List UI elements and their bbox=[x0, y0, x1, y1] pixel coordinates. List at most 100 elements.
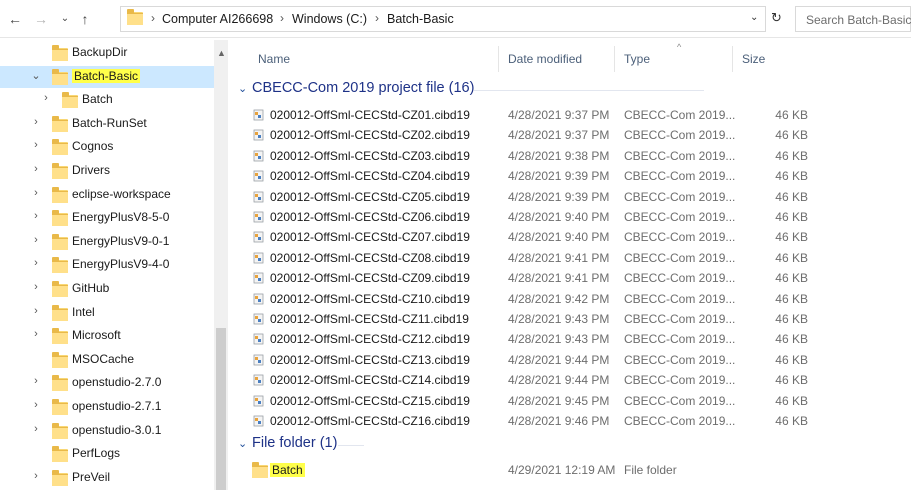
breadcrumb-drive[interactable]: Windows (C:) bbox=[292, 12, 367, 26]
chevron-right-icon[interactable]: › bbox=[375, 11, 379, 25]
file-name: 020012-OffSml-CECStd-CZ08.cibd19 bbox=[270, 251, 470, 265]
group-collapse-chevron-icon[interactable]: ⌄ bbox=[238, 437, 247, 450]
nav-item[interactable]: › openstudio-2.7.1 bbox=[0, 396, 214, 418]
nav-item[interactable]: ⌄ Batch-Basic bbox=[0, 65, 214, 88]
group-title: CBECC-Com 2019 project file (16) bbox=[252, 80, 475, 96]
column-header-name[interactable]: Name bbox=[258, 52, 290, 66]
nav-item[interactable]: BackupDir bbox=[0, 42, 214, 64]
file-name: 020012-OffSml-CECStd-CZ03.cibd19 bbox=[270, 149, 470, 163]
scroll-up-icon[interactable]: ▲ bbox=[217, 48, 226, 58]
collapsed-chevron-icon[interactable]: › bbox=[31, 375, 41, 387]
file-date: 4/28/2021 9:39 PM bbox=[508, 169, 610, 184]
file-row[interactable]: 020012-OffSml-CECStd-CZ11.cibd19 4/28/202… bbox=[232, 309, 911, 329]
column-divider[interactable] bbox=[498, 46, 499, 72]
file-name-text: 020012-OffSml-CECStd-CZ14.cibd19 bbox=[270, 373, 470, 388]
breadcrumb-folder[interactable]: Batch-Basic bbox=[387, 12, 454, 26]
breadcrumb-computer[interactable]: Computer AI266698 bbox=[162, 12, 273, 26]
collapsed-chevron-icon[interactable]: › bbox=[31, 328, 41, 340]
file-size: 46 KB bbox=[775, 148, 808, 163]
file-type: CBECC-Com 2019... bbox=[624, 393, 736, 408]
chevron-right-icon[interactable]: › bbox=[151, 11, 155, 25]
collapsed-chevron-icon[interactable]: › bbox=[31, 187, 41, 199]
nav-item[interactable]: › Batch-RunSet bbox=[0, 113, 214, 135]
nav-item[interactable]: › eclipse-workspace bbox=[0, 184, 214, 206]
nav-item-label: eclipse-workspace bbox=[72, 187, 171, 201]
file-row[interactable]: 020012-OffSml-CECStd-CZ01.cibd19 4/28/202… bbox=[232, 105, 911, 125]
column-header-size[interactable]: Size bbox=[742, 52, 765, 66]
file-row[interactable]: 020012-OffSml-CECStd-CZ14.cibd19 4/28/202… bbox=[232, 370, 911, 390]
up-arrow-icon[interactable]: ↑ bbox=[76, 10, 94, 28]
collapsed-chevron-icon[interactable]: › bbox=[41, 92, 51, 104]
file-name: 020012-OffSml-CECStd-CZ09.cibd19 bbox=[270, 271, 470, 285]
collapsed-chevron-icon[interactable]: › bbox=[31, 257, 41, 269]
scroll-thumb[interactable] bbox=[216, 328, 226, 490]
column-header-type[interactable]: Type bbox=[624, 52, 650, 66]
nav-item[interactable]: › EnergyPlusV9-0-1 bbox=[0, 231, 214, 253]
nav-item[interactable]: › Drivers bbox=[0, 160, 214, 182]
forward-arrow-icon[interactable]: → bbox=[32, 10, 50, 28]
nav-item[interactable]: PerfLogs bbox=[0, 443, 214, 465]
nav-item[interactable]: › EnergyPlusV9-4-0 bbox=[0, 254, 214, 276]
nav-item[interactable]: › EnergyPlusV8-5-0 bbox=[0, 207, 214, 229]
file-name: 020012-OffSml-CECStd-CZ10.cibd19 bbox=[270, 292, 470, 306]
file-row[interactable]: 020012-OffSml-CECStd-CZ03.cibd19 4/28/202… bbox=[232, 146, 911, 166]
collapsed-chevron-icon[interactable]: › bbox=[31, 423, 41, 435]
column-header-date[interactable]: Date modified bbox=[508, 52, 582, 66]
address-dropdown-icon[interactable]: ⌄ bbox=[750, 12, 758, 23]
folder-icon bbox=[62, 92, 78, 109]
folder-row[interactable]: Batch 4/29/2021 12:19 AM File folder bbox=[232, 460, 911, 480]
file-name-text: 020012-OffSml-CECStd-CZ13.cibd19 bbox=[270, 352, 470, 367]
expanded-chevron-icon[interactable]: ⌄ bbox=[31, 69, 41, 82]
column-divider[interactable] bbox=[732, 46, 733, 72]
recent-locations-chevron-icon[interactable]: ⌄ bbox=[56, 10, 74, 28]
group-collapse-chevron-icon[interactable]: ⌄ bbox=[238, 82, 247, 95]
collapsed-chevron-icon[interactable]: › bbox=[31, 139, 41, 151]
nav-item-label: MSOCache bbox=[72, 352, 134, 366]
file-name: 020012-OffSml-CECStd-CZ07.cibd19 bbox=[270, 230, 470, 244]
file-row[interactable]: 020012-OffSml-CECStd-CZ04.cibd19 4/28/202… bbox=[232, 166, 911, 186]
file-row[interactable]: 020012-OffSml-CECStd-CZ08.cibd19 4/28/202… bbox=[232, 248, 911, 268]
address-bar[interactable]: › Computer AI266698 › Windows (C:) › Bat… bbox=[120, 6, 766, 32]
nav-item[interactable]: › openstudio-3.0.1 bbox=[0, 420, 214, 442]
nav-item[interactable]: › GitHub bbox=[0, 278, 214, 300]
file-row[interactable]: 020012-OffSml-CECStd-CZ10.cibd19 4/28/202… bbox=[232, 289, 911, 309]
collapsed-chevron-icon[interactable]: › bbox=[31, 305, 41, 317]
nav-item[interactable]: MSOCache bbox=[0, 349, 214, 371]
file-row[interactable]: 020012-OffSml-CECStd-CZ05.cibd19 4/28/202… bbox=[232, 187, 911, 207]
file-row[interactable]: 020012-OffSml-CECStd-CZ07.cibd19 4/28/202… bbox=[232, 227, 911, 247]
collapsed-chevron-icon[interactable]: › bbox=[31, 234, 41, 246]
group-header[interactable]: ⌄ File folder (1) bbox=[238, 435, 708, 455]
file-date: 4/28/2021 9:43 PM bbox=[508, 312, 610, 326]
nav-item[interactable]: › Microsoft bbox=[0, 325, 214, 347]
collapsed-chevron-icon[interactable]: › bbox=[31, 163, 41, 175]
file-row[interactable]: 020012-OffSml-CECStd-CZ06.cibd19 4/28/202… bbox=[232, 207, 911, 227]
nav-item[interactable]: › openstudio-2.7.0 bbox=[0, 372, 214, 394]
collapsed-chevron-icon[interactable]: › bbox=[31, 399, 41, 411]
file-row[interactable]: 020012-OffSml-CECStd-CZ02.cibd19 4/28/202… bbox=[232, 125, 911, 145]
file-row[interactable]: 020012-OffSml-CECStd-CZ09.cibd19 4/28/202… bbox=[232, 268, 911, 288]
collapsed-chevron-icon[interactable]: › bbox=[31, 281, 41, 293]
nav-item[interactable]: › Batch bbox=[0, 89, 214, 111]
collapsed-chevron-icon[interactable]: › bbox=[31, 470, 41, 482]
file-row[interactable]: 020012-OffSml-CECStd-CZ13.cibd19 4/28/202… bbox=[232, 350, 911, 370]
file-row[interactable]: 020012-OffSml-CECStd-CZ16.cibd19 4/28/202… bbox=[232, 411, 911, 431]
search-input[interactable]: Search Batch-Basic bbox=[795, 6, 911, 32]
chevron-right-icon[interactable]: › bbox=[280, 11, 284, 25]
refresh-icon[interactable]: ↻ bbox=[771, 10, 782, 26]
file-type: CBECC-Com 2019... bbox=[624, 373, 736, 388]
nav-item[interactable]: › Cognos bbox=[0, 136, 214, 158]
nav-item[interactable]: › Intel bbox=[0, 302, 214, 324]
nav-scrollbar[interactable]: ▲ bbox=[214, 40, 228, 490]
column-divider[interactable] bbox=[614, 46, 615, 72]
file-name-text: 020012-OffSml-CECStd-CZ12.cibd19 bbox=[270, 332, 470, 347]
group-header[interactable]: ⌄ CBECC-Com 2019 project file (16) bbox=[238, 80, 708, 100]
file-row[interactable]: 020012-OffSml-CECStd-CZ12.cibd19 4/28/202… bbox=[232, 329, 911, 349]
collapsed-chevron-icon[interactable]: › bbox=[31, 210, 41, 222]
nav-item[interactable]: › PreVeil bbox=[0, 467, 214, 489]
file-row[interactable]: 020012-OffSml-CECStd-CZ15.cibd19 4/28/202… bbox=[232, 391, 911, 411]
nav-item-label: Batch-Basic bbox=[72, 68, 141, 83]
file-size: 46 KB bbox=[775, 352, 808, 367]
collapsed-chevron-icon[interactable]: › bbox=[31, 116, 41, 128]
file-size: 46 KB bbox=[775, 210, 808, 224]
back-arrow-icon[interactable]: ← bbox=[6, 10, 24, 28]
